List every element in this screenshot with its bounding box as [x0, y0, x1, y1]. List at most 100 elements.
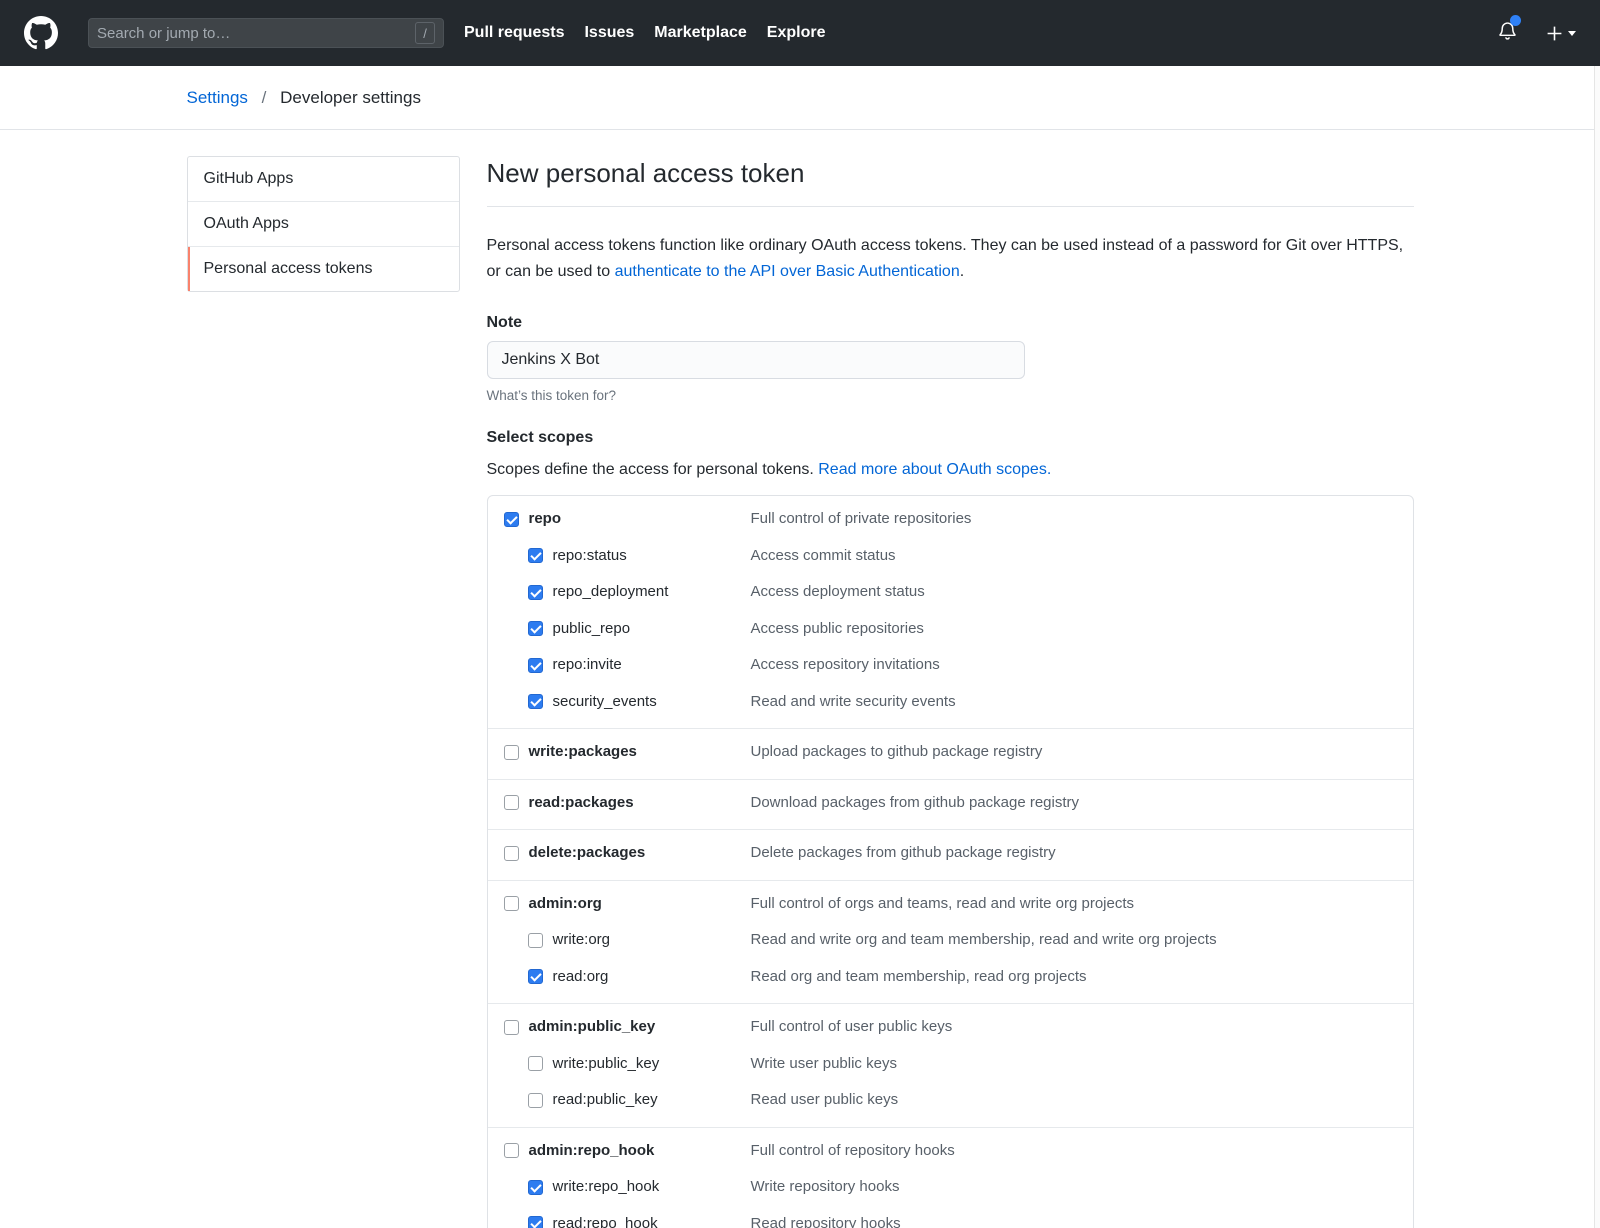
unchecked-checkbox-icon[interactable] — [504, 846, 519, 861]
scope-name: write:org — [553, 930, 611, 950]
scope-name: admin:public_key — [529, 1017, 656, 1037]
checked-checkbox-icon[interactable] — [528, 621, 543, 636]
scope-row-repo: repo Full control of private repositories — [504, 509, 1397, 533]
unchecked-checkbox-icon[interactable] — [528, 1093, 543, 1108]
checked-checkbox-icon[interactable] — [528, 658, 543, 673]
scope-description: Upload packages to github package regist… — [751, 742, 1043, 762]
nav-link-marketplace[interactable]: Marketplace — [654, 24, 747, 42]
scope-description: Read and write security events — [751, 692, 956, 712]
scope-name: write:packages — [529, 742, 637, 762]
header-right — [1497, 19, 1576, 47]
checked-checkbox-icon[interactable] — [528, 1216, 543, 1228]
scope-row-read-public-key: read:public_keyRead user public keys — [504, 1090, 1397, 1114]
scope-row-delete-packages: delete:packages Delete packages from gith… — [504, 843, 1397, 867]
sidebar-item-oauth-apps[interactable]: OAuth Apps — [188, 202, 459, 247]
unchecked-checkbox-icon[interactable] — [504, 896, 519, 911]
checked-checkbox-icon[interactable] — [528, 1180, 543, 1195]
nav-link-issues[interactable]: Issues — [584, 24, 634, 42]
scope-description: Full control of private repositories — [751, 509, 972, 529]
scope-toggle-admin-repo-hook[interactable]: admin:repo_hook — [504, 1141, 655, 1161]
scope-group-admin-public-key: admin:public_key Full control of user pub… — [488, 1003, 1413, 1127]
unchecked-checkbox-icon[interactable] — [528, 933, 543, 948]
scope-group-admin-repo-hook: admin:repo_hookFull control of repositor… — [488, 1127, 1413, 1228]
scope-toggle-write-repo-hook[interactable]: write:repo_hook — [528, 1177, 660, 1197]
unchecked-checkbox-icon[interactable] — [504, 1020, 519, 1035]
scope-name: write:public_key — [553, 1054, 660, 1074]
scope-description: Delete packages from github package regi… — [751, 843, 1056, 863]
nav-link-explore[interactable]: Explore — [767, 24, 826, 42]
checked-checkbox-icon[interactable] — [528, 969, 543, 984]
checked-checkbox-icon[interactable] — [504, 512, 519, 527]
scope-row-admin-public-key: admin:public_key Full control of user pub… — [504, 1017, 1397, 1041]
checked-checkbox-icon[interactable] — [528, 548, 543, 563]
basic-auth-link[interactable]: authenticate to the API over Basic Authe… — [615, 263, 960, 280]
scope-description: Read and write org and team membership, … — [751, 930, 1217, 950]
scope-toggle-repo-status[interactable]: repo:status — [528, 546, 627, 566]
scope-toggle-admin-public-key[interactable]: admin:public_key — [504, 1017, 656, 1037]
scope-toggle-admin-org[interactable]: admin:org — [504, 894, 602, 914]
scope-toggle-read-org[interactable]: read:org — [528, 967, 609, 987]
checked-checkbox-icon[interactable] — [528, 694, 543, 709]
sidebar-item-personal-access-tokens[interactable]: Personal access tokens — [188, 247, 459, 291]
intro-text: Personal access tokens function like ord… — [487, 233, 1414, 285]
scope-row-admin-org: admin:org Full control of orgs and teams,… — [504, 894, 1397, 918]
scope-row-repo-status: repo:status Access commit status — [504, 546, 1397, 570]
scope-group-read-packages: read:packagesDownload packages from gith… — [488, 779, 1413, 830]
chevron-down-icon — [1568, 31, 1576, 36]
create-new-button[interactable] — [1546, 25, 1576, 42]
main-panel: New personal access token Personal acces… — [487, 156, 1414, 1228]
select-scopes-heading: Select scopes — [487, 429, 1414, 447]
scope-toggle-write-public-key[interactable]: write:public_key — [528, 1054, 660, 1074]
scope-description: Write repository hooks — [751, 1177, 900, 1197]
oauth-scopes-link[interactable]: Read more about OAuth scopes. — [818, 461, 1051, 478]
unchecked-checkbox-icon[interactable] — [504, 1143, 519, 1158]
page-scrollbar[interactable] — [1594, 66, 1600, 1228]
breadcrumb-settings-link[interactable]: Settings — [187, 88, 248, 107]
github-logo-icon[interactable] — [24, 16, 58, 50]
scope-name: admin:org — [529, 894, 602, 914]
nav-link-pull-requests[interactable]: Pull requests — [464, 24, 564, 42]
scope-toggle-repo-invite[interactable]: repo:invite — [528, 655, 622, 675]
scope-row-write-repo-hook: write:repo_hook Write repository hooks — [504, 1177, 1397, 1201]
unchecked-checkbox-icon[interactable] — [528, 1056, 543, 1071]
scope-group-delete-packages: delete:packages Delete packages from gith… — [488, 829, 1413, 880]
scope-name: repo_deployment — [553, 582, 669, 602]
scopes-intro: Scopes define the access for personal to… — [487, 461, 1414, 479]
scope-row-write-public-key: write:public_keyWrite user public keys — [504, 1054, 1397, 1078]
scope-group-repo: repo Full control of private repositories… — [488, 496, 1413, 728]
scope-toggle-read-repo-hook[interactable]: read:repo_hook — [528, 1214, 658, 1228]
scope-toggle-repo-deployment[interactable]: repo_deployment — [528, 582, 669, 602]
checked-checkbox-icon[interactable] — [528, 585, 543, 600]
scopes-box: repo Full control of private repositories… — [487, 495, 1414, 1228]
scope-toggle-security-events[interactable]: security_events — [528, 692, 657, 712]
unchecked-checkbox-icon[interactable] — [504, 745, 519, 760]
scope-name: read:public_key — [553, 1090, 658, 1110]
breadcrumb: Settings / Developer settings — [187, 88, 1414, 108]
sidebar-item-github-apps[interactable]: GitHub Apps — [188, 157, 459, 202]
scope-toggle-delete-packages[interactable]: delete:packages — [504, 843, 646, 863]
unchecked-checkbox-icon[interactable] — [504, 795, 519, 810]
global-search[interactable]: / — [88, 18, 444, 48]
scope-toggle-read-packages[interactable]: read:packages — [504, 793, 634, 813]
scope-name: read:org — [553, 967, 609, 987]
scope-row-write-packages: write:packages Upload packages to github … — [504, 742, 1397, 766]
scope-description: Full control of user public keys — [751, 1017, 953, 1037]
breadcrumb-separator: / — [262, 88, 267, 107]
scope-toggle-write-org[interactable]: write:org — [528, 930, 611, 950]
note-input[interactable] — [487, 341, 1025, 379]
scope-row-security-events: security_events Read and write security e… — [504, 692, 1397, 716]
search-input[interactable] — [97, 25, 415, 42]
note-caption: What’s this token for? — [487, 388, 1414, 403]
scope-name: repo:invite — [553, 655, 622, 675]
top-nav: Pull requests Issues Marketplace Explore — [464, 24, 845, 42]
scope-group-write-packages: write:packages Upload packages to github … — [488, 728, 1413, 779]
note-label: Note — [487, 314, 1414, 332]
scope-toggle-write-packages[interactable]: write:packages — [504, 742, 637, 762]
scope-toggle-public-repo[interactable]: public_repo — [528, 619, 631, 639]
scope-description: Access commit status — [751, 546, 896, 566]
scope-name: repo:status — [553, 546, 627, 566]
notifications-button[interactable] — [1497, 19, 1518, 47]
scope-toggle-read-public-key[interactable]: read:public_key — [528, 1090, 658, 1110]
scope-description: Full control of orgs and teams, read and… — [751, 894, 1135, 914]
scope-toggle-repo[interactable]: repo — [504, 509, 562, 529]
